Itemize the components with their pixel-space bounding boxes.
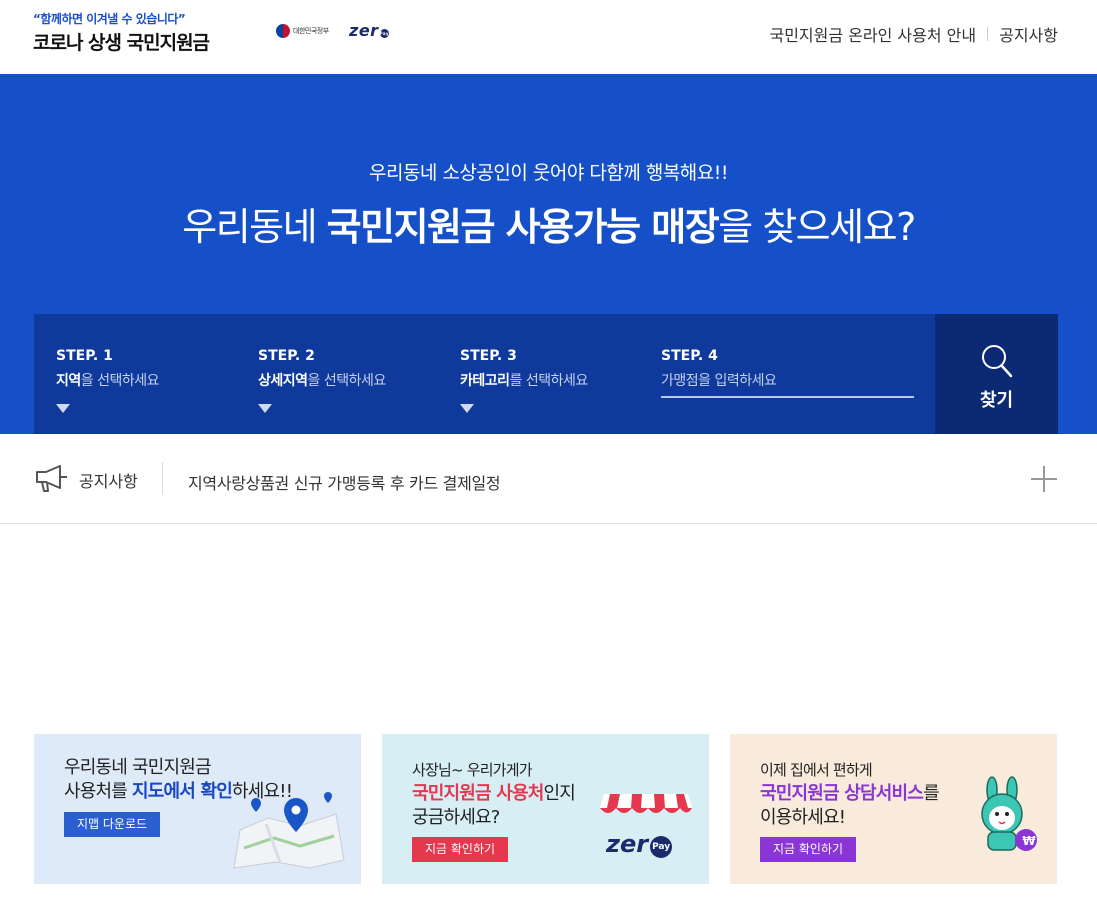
banner-line1: 이제 집에서 편하게 [760, 761, 873, 779]
banner-line3: 궁금하세요? [412, 807, 500, 828]
step-desc: 지역을 선택하세요 [56, 370, 160, 390]
search-icon [982, 345, 1013, 378]
zeropay-banner-pay: Pay [650, 836, 673, 858]
logo-slogan: “함께하면 이겨낼 수 있습니다” [33, 12, 186, 26]
store-search-form: STEP. 1 지역을 선택하세요 STEP. 2 상세지역을 선택하세요 ST… [34, 314, 935, 434]
step-label: STEP. 4 [661, 348, 718, 364]
notice-label: 공지사항 [79, 472, 138, 491]
banner-line2-post: 인지 [543, 783, 576, 804]
plus-icon[interactable] [1031, 466, 1057, 492]
step-region[interactable]: STEP. 1 지역을 선택하세요 [56, 348, 160, 413]
taegeuk-icon [276, 24, 290, 38]
government-label: 대한민국정부 [293, 27, 329, 35]
nav-notice[interactable]: 공지사항 [999, 22, 1058, 46]
megaphone-icon [36, 465, 67, 492]
zeropay-logo: zerPay [349, 21, 389, 40]
notice-bar: 공지사항 지역사랑상품권 신규 가맹등록 후 카드 결제일정 [0, 434, 1097, 524]
step-desc-text: 을 선택하세요 [80, 373, 160, 389]
top-nav: 국민지원금 온라인 사용처 안내 공지사항 [769, 22, 1058, 46]
banner-line1: 우리동네 국민지원금 [64, 757, 212, 778]
hero-title: 우리동네 국민지원금 사용가능 매장을 찾으세요? [0, 196, 1097, 251]
step-label: STEP. 3 [460, 348, 517, 364]
dropdown-arrow-icon[interactable] [56, 404, 70, 413]
hero-title-post: 을 찾으세요? [718, 205, 916, 249]
banner-line3: 이용하세요! [760, 807, 846, 828]
search-button[interactable]: 찾기 [935, 314, 1058, 434]
search-button-label: 찾기 [979, 390, 1014, 411]
step-detail-region[interactable]: STEP. 2 상세지역을 선택하세요 [258, 348, 386, 413]
banner-line2-bold: 국민지원금 사용처 [412, 783, 544, 804]
banner-line2-bold: 지도에서 확인 [131, 781, 233, 802]
dropdown-arrow-icon[interactable] [258, 404, 272, 413]
step-desc: 상세지역을 선택하세요 [258, 370, 386, 390]
government-logo: 대한민국정부 [276, 24, 329, 38]
map-pin-illustration [233, 792, 345, 869]
banner-text: 이제 집에서 편하게 국민지원금 상담서비스를 이용하세요! [760, 758, 940, 830]
banner-map[interactable]: 우리동네 국민지원금 사용처를 지도에서 확인하세요!! 지맵 다운로드 [34, 734, 361, 884]
banner-consult[interactable]: 이제 집에서 편하게 국민지원금 상담서비스를 이용하세요! 지금 확인하기 ₩ [730, 734, 1057, 884]
notice-divider [162, 462, 163, 494]
banner-text: 사장님~ 우리가게가 국민지원금 사용처인지 궁금하세요? [412, 758, 576, 830]
step-desc: 카테고리를 선택하세요 [460, 370, 588, 390]
banner-line2-bold: 국민지원금 상담서비스 [760, 783, 924, 804]
hero-title-pre: 우리동네 [182, 205, 327, 249]
step-label: STEP. 1 [56, 348, 113, 364]
store-check-button[interactable]: 지금 확인하기 [412, 837, 509, 862]
step-label: STEP. 2 [258, 348, 315, 364]
banner-line2-post: 를 [923, 783, 940, 804]
store-name-input[interactable]: 가맹점을 입력하세요 [661, 370, 914, 398]
zeropay-logo-text: zer [349, 21, 379, 40]
step-category[interactable]: STEP. 3 카테고리를 선택하세요 [460, 348, 588, 413]
nav-divider [987, 27, 989, 41]
step-desc-text: 을 선택하세요 [307, 373, 387, 389]
hero-subtitle: 우리동네 소상공인이 웃어야 다함께 행복해요!! [368, 162, 729, 184]
step-desc-bold: 지역 [56, 373, 81, 389]
dropdown-arrow-icon[interactable] [460, 404, 474, 413]
logo-title: 코로나 상생 국민지원금 [33, 32, 210, 54]
consult-check-button[interactable]: 지금 확인하기 [760, 837, 857, 862]
nav-online-usage-guide[interactable]: 국민지원금 온라인 사용처 안내 [769, 22, 976, 46]
site-header: “함께하면 이겨낼 수 있습니다” 코로나 상생 국민지원금 대한민국정부 ze… [0, 0, 1097, 74]
banner-line2: 국민지원금 상담서비스를 [760, 782, 940, 806]
hero-section: 우리동네 소상공인이 웃어야 다함께 행복해요!! 우리동네 국민지원금 사용가… [0, 74, 1097, 434]
banner-line2: 국민지원금 사용처인지 [412, 782, 576, 806]
shop-awning-icon [600, 794, 692, 813]
map-download-button[interactable]: 지맵 다운로드 [64, 812, 161, 837]
banner-store-check[interactable]: 사장님~ 우리가게가 국민지원금 사용처인지 궁금하세요? 지금 확인하기 ze… [382, 734, 709, 884]
hero-title-bold: 국민지원금 사용가능 매장 [326, 205, 720, 249]
zeropay-banner-logo: zer Pay [606, 830, 673, 858]
won-coin-icon: ₩ [1022, 834, 1036, 848]
step-store-name: STEP. 4 가맹점을 입력하세요 [661, 348, 914, 398]
step-desc-bold: 상세지역 [258, 373, 308, 389]
zeropay-banner-text: zer [606, 830, 649, 858]
step-desc-text: 를 선택하세요 [509, 373, 589, 389]
zeropay-pay-mark: Pay [379, 29, 390, 38]
notice-headline-link[interactable]: 지역사랑상품권 신규 가맹등록 후 카드 결제일정 [188, 470, 501, 494]
banner-line2-pre: 사용처를 [64, 781, 132, 802]
banner-line1: 사장님~ 우리가게가 [412, 761, 533, 779]
site-logo[interactable]: “함께하면 이겨낼 수 있습니다” 코로나 상생 국민지원금 [33, 10, 210, 55]
step-desc-bold: 카테고리 [460, 373, 510, 389]
